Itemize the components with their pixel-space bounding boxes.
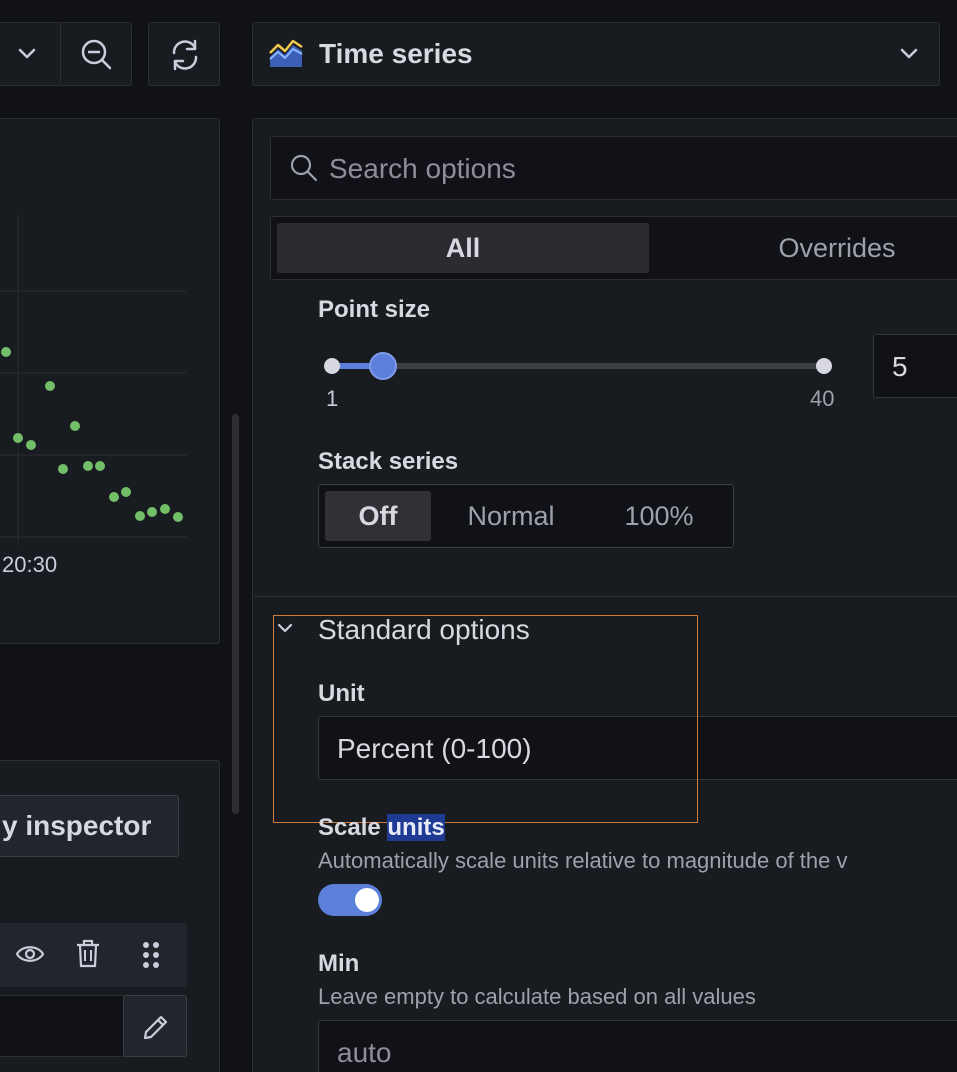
stack-option-100[interactable]: 100%: [607, 491, 711, 541]
tab-overrides[interactable]: Overrides: [651, 223, 957, 273]
min-placeholder: auto: [337, 1037, 392, 1068]
stack-option-normal[interactable]: Normal: [445, 491, 577, 541]
x-axis-tick: 20:30: [2, 552, 58, 577]
refresh-button[interactable]: [148, 22, 220, 86]
pencil-icon: [143, 1015, 168, 1040]
query-panel: y inspector: [0, 760, 220, 1072]
options-tabs: All Overrides: [270, 216, 957, 280]
slider-min-label: 1: [326, 386, 339, 411]
chevron-down-icon: [18, 48, 36, 59]
stack-series-label: Stack series: [318, 448, 459, 475]
tab-all[interactable]: All: [277, 223, 649, 273]
point-size-input[interactable]: 5: [873, 334, 957, 398]
zoom-out-button[interactable]: [60, 22, 132, 86]
time-range-dropdown[interactable]: [0, 22, 62, 86]
highlight-box: [273, 615, 698, 823]
query-inspector-label: y inspector: [2, 810, 152, 841]
visualization-picker[interactable]: Time series: [252, 22, 940, 86]
query-editor-field[interactable]: [0, 995, 125, 1057]
point-size-value: 5: [892, 351, 908, 382]
scrollbar[interactable]: [232, 414, 239, 814]
slider-track: [332, 363, 824, 369]
trash-icon[interactable]: [75, 939, 101, 969]
toggle-knob: [355, 888, 379, 912]
scale-label-prefix: Scale: [318, 814, 388, 841]
section-divider: [254, 596, 957, 597]
time-series-icon: [269, 39, 303, 67]
chevron-down-icon: [900, 48, 918, 59]
query-inspector-button[interactable]: y inspector: [0, 795, 179, 857]
scale-label-highlight: units: [387, 814, 445, 841]
scroll-clip: Point size: [300, 282, 700, 322]
search-icon: [290, 154, 318, 182]
point-size-slider[interactable]: [318, 350, 838, 382]
visualization-title: Time series: [319, 38, 473, 69]
slider-min-mark: [324, 358, 340, 374]
query-row-header: [0, 923, 187, 987]
refresh-icon: [172, 39, 198, 71]
slider-max-mark: [816, 358, 832, 374]
point-size-label: Point size: [318, 296, 431, 322]
panel-preview: 20:30: [0, 118, 220, 644]
drag-handle-icon[interactable]: [141, 941, 161, 971]
min-label: Min: [318, 950, 360, 977]
eye-icon[interactable]: [15, 941, 45, 967]
slider-handle[interactable]: [368, 352, 397, 380]
scale-units-toggle[interactable]: [318, 884, 382, 916]
min-input[interactable]: auto: [318, 1020, 957, 1072]
slider-max-label: 40: [810, 386, 835, 411]
search-placeholder: Search options: [329, 153, 516, 184]
min-description: Leave empty to calculate based on all va…: [318, 984, 756, 1009]
edit-query-button[interactable]: [123, 995, 187, 1057]
scale-units-label: Scale units: [318, 814, 445, 842]
stack-series-radio: Off Normal 100%: [318, 484, 734, 548]
scale-units-description: Automatically scale units relative to ma…: [318, 848, 848, 873]
stack-option-off[interactable]: Off: [325, 491, 431, 541]
zoom-out-icon: [81, 39, 112, 70]
search-options-input[interactable]: Search options: [270, 136, 957, 200]
